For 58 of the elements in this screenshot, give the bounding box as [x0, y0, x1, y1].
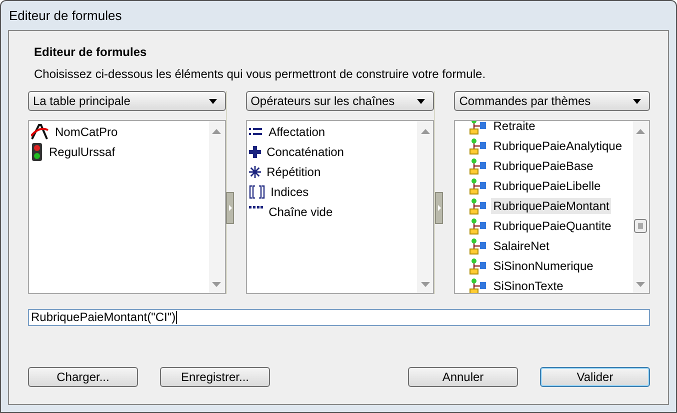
dialog-button[interactable]: Enregistrer... [160, 367, 270, 387]
tree-node-icon [469, 278, 488, 293]
dropdown-arrow-icon [417, 98, 426, 104]
tree-node-icon [469, 158, 488, 174]
dots-icon [248, 206, 263, 210]
list-item[interactable]: Concaténation [264, 144, 346, 160]
scroll-down-icon[interactable] [420, 282, 430, 287]
list-item[interactable]: RubriquePaieAnalytique [491, 138, 624, 154]
list-item[interactable]: NomCatPro [53, 124, 120, 140]
list-item[interactable]: Chaîne vide [266, 204, 335, 220]
list-item[interactable]: Retraite [491, 121, 538, 134]
list-item[interactable]: Répétition [264, 164, 323, 180]
splitter-handle[interactable] [434, 192, 443, 224]
splitter-handle[interactable] [226, 192, 234, 224]
formula-field[interactable]: RubriquePaieMontant("CI") [28, 309, 650, 326]
scroll-thumb[interactable] [634, 219, 648, 233]
traffic-light-icon [31, 143, 43, 161]
assign-icon [248, 127, 263, 137]
list-item[interactable]: RubriquePaieMontant [491, 198, 612, 214]
window-title: Editeur de formules [9, 8, 122, 23]
list-item[interactable]: RubriquePaieBase [491, 158, 596, 174]
dialog-button[interactable]: Annuler [408, 367, 518, 387]
tree-node-icon [469, 238, 488, 254]
dialog-button[interactable]: Charger... [28, 367, 138, 387]
category-dropdown[interactable]: La table principale [28, 91, 226, 111]
scroll-down-icon[interactable] [212, 282, 222, 287]
list-item[interactable]: SiSinonNumerique [491, 258, 596, 274]
dialog-button[interactable]: Valider [540, 367, 650, 387]
tree-node-icon [469, 258, 488, 274]
list-item[interactable]: Indices [268, 184, 311, 200]
category-dropdown[interactable]: Commandes par thèmes [454, 91, 650, 111]
list-item[interactable]: RubriquePaieQuantite [491, 218, 614, 234]
list-item[interactable]: RubriquePaieLibelle [491, 178, 603, 194]
category-dropdown[interactable]: Opérateurs sur les chaînes [246, 91, 434, 111]
scrollbar[interactable] [417, 121, 434, 293]
scroll-up-icon[interactable] [636, 129, 646, 134]
scrollbar[interactable] [632, 121, 649, 293]
plus-icon [248, 146, 261, 158]
section-heading: Editeur de formules [34, 45, 148, 59]
tree-node-icon [469, 138, 488, 154]
stylized-a-icon [31, 124, 49, 140]
tree-node-icon [469, 121, 488, 134]
list-item[interactable]: SalaireNet [491, 238, 552, 254]
tree-node-icon [469, 218, 488, 234]
brackets-icon [248, 185, 265, 199]
instructions-text: Choisissez ci-dessous les éléments qui vous permettront de construire votre formule. [34, 67, 487, 81]
scroll-up-icon[interactable] [212, 129, 222, 134]
tree-node-icon [469, 178, 488, 194]
dropdown-arrow-icon [208, 98, 217, 104]
list-item[interactable]: Affectation [266, 124, 328, 140]
asterisk-icon [248, 166, 261, 178]
list-item[interactable]: SiSinonTexte [491, 278, 566, 293]
dropdown-arrow-icon [632, 98, 641, 104]
list-item[interactable]: RegulUrssaf [47, 144, 118, 160]
scroll-up-icon[interactable] [420, 129, 430, 134]
scrollbar[interactable] [208, 121, 225, 293]
scroll-down-icon[interactable] [636, 282, 646, 287]
tree-node-icon [469, 198, 488, 214]
